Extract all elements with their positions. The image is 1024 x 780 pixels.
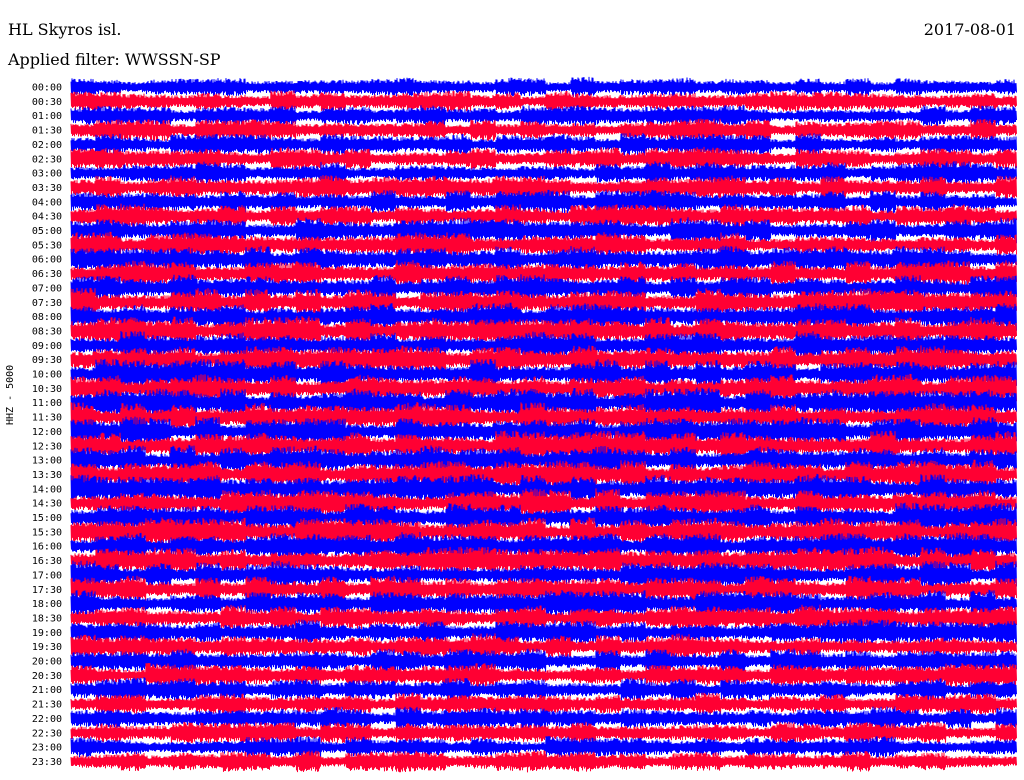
tick-label: 06:30 xyxy=(32,269,62,280)
tick-label: 00:00 xyxy=(32,83,62,94)
helicorder-plot: 00:00 00:30 01:00 01:30 02:00 02:30 03:00 03:30… xyxy=(32,76,1017,773)
tick-label: 16:00 xyxy=(32,542,62,553)
tick-label: 05:30 xyxy=(32,240,62,251)
tick-label: 18:00 xyxy=(32,599,62,610)
tick-label: 22:00 xyxy=(32,714,62,725)
tick-label: 19:00 xyxy=(32,628,62,639)
tick-label: 20:30 xyxy=(32,671,62,682)
tick-label: 08:30 xyxy=(32,326,62,337)
tick-label: 06:00 xyxy=(32,255,62,266)
tick-label: 22:30 xyxy=(32,728,62,739)
tick-label: 07:00 xyxy=(32,283,62,294)
tick-label: 10:00 xyxy=(32,370,62,381)
tick-label: 20:00 xyxy=(32,657,62,668)
tick-label: 10:30 xyxy=(32,384,62,395)
tick-label: 14:30 xyxy=(32,499,62,510)
tick-label: 00:30 xyxy=(32,97,62,108)
tick-label: 16:30 xyxy=(32,556,62,567)
tick-label: 02:30 xyxy=(32,154,62,165)
trace-line-0000 xyxy=(70,76,1017,97)
tick-label: 13:30 xyxy=(32,470,62,481)
tick-label: 13:00 xyxy=(32,456,62,467)
tick-label: 07:30 xyxy=(32,298,62,309)
tick-label: 01:30 xyxy=(32,126,62,137)
tick-label: 23:00 xyxy=(32,743,62,754)
tick-label: 21:30 xyxy=(32,700,62,711)
tick-label: 15:30 xyxy=(32,527,62,538)
tick-label: 04:00 xyxy=(32,197,62,208)
tick-label: 15:00 xyxy=(32,513,62,524)
tick-label: 21:00 xyxy=(32,685,62,696)
tick-label: 04:30 xyxy=(32,212,62,223)
tick-label: 19:30 xyxy=(32,642,62,653)
time-tick-labels: 00:00 00:30 01:00 01:30 02:00 02:30 03:00 03:30… xyxy=(32,83,62,768)
tick-label: 17:30 xyxy=(32,585,62,596)
tick-label: 11:00 xyxy=(32,398,62,409)
tick-label: 09:00 xyxy=(32,341,62,352)
tick-label: 17:00 xyxy=(32,570,62,581)
tick-label: 09:30 xyxy=(32,355,62,366)
tick-label: 02:00 xyxy=(32,140,62,151)
tick-label: 03:30 xyxy=(32,183,62,194)
tick-label: 23:30 xyxy=(32,757,62,768)
tick-label: 12:00 xyxy=(32,427,62,438)
tick-label: 05:00 xyxy=(32,226,62,237)
tick-label: 11:30 xyxy=(32,413,62,424)
tick-label: 18:30 xyxy=(32,613,62,624)
tick-label: 12:30 xyxy=(32,441,62,452)
tick-label: 03:00 xyxy=(32,169,62,180)
tick-label: 14:00 xyxy=(32,484,62,495)
tick-label: 01:00 xyxy=(32,111,62,122)
trace-lines xyxy=(70,76,1017,773)
trace-line-2230 xyxy=(70,721,1017,744)
tick-label: 08:00 xyxy=(32,312,62,323)
